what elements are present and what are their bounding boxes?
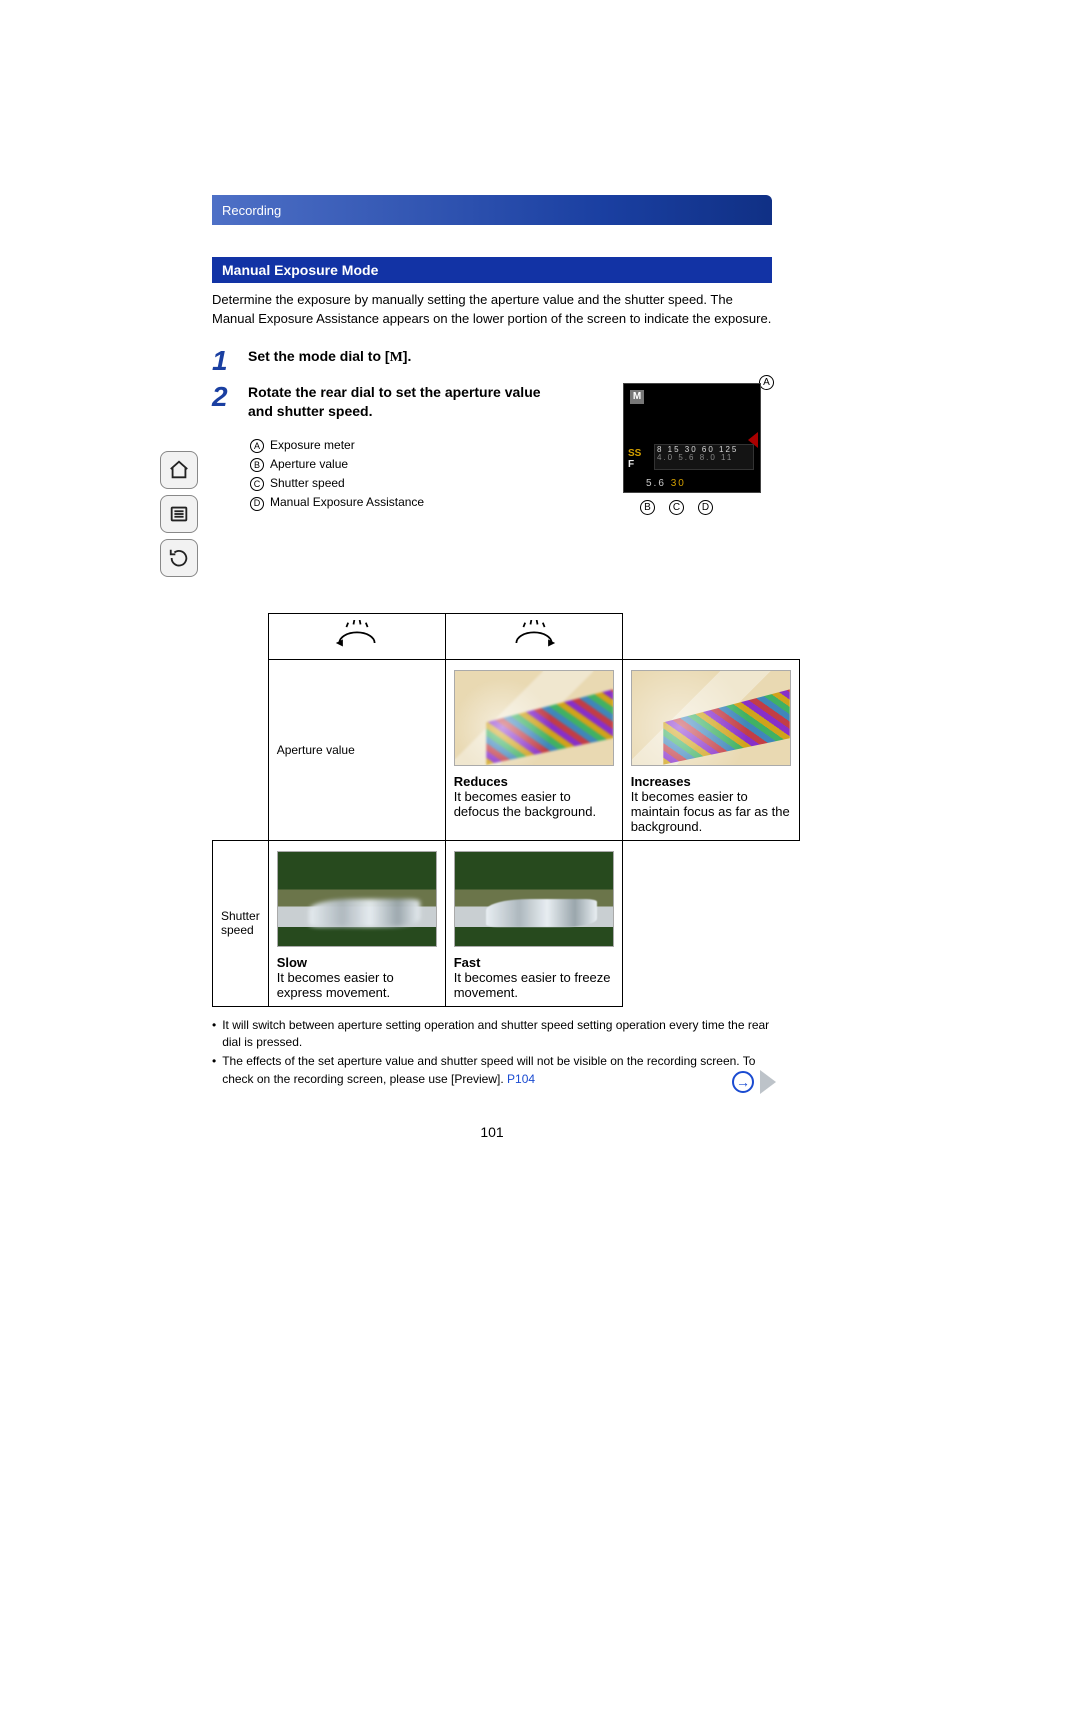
- step-1-text-pre: Set the mode dial to [: [248, 348, 390, 364]
- legend-marker-d: D: [250, 497, 264, 511]
- callout-a: A: [759, 375, 774, 390]
- dial-ccw-icon: [330, 620, 384, 653]
- cell-title: Reduces: [454, 774, 614, 789]
- thumb-stream-slow: [277, 851, 437, 947]
- cell-title: Increases: [631, 774, 791, 789]
- cell-shutter-fast: Fast It becomes easier to freeze movemen…: [445, 840, 622, 1006]
- dial-cw-cell: [445, 613, 622, 659]
- steps: 1 Set the mode dial to [M]. 2 Rotate the…: [212, 347, 772, 513]
- continue-indicator[interactable]: →: [732, 1070, 776, 1094]
- cell-aperture-increases: Increases It becomes easier to maintain …: [622, 659, 799, 840]
- lcd-figure: A M SS F 8 15 30 60 125 4.0 5.6 8.0 11: [612, 383, 772, 493]
- cell-shutter-slow: Slow It becomes easier to express moveme…: [268, 840, 445, 1006]
- cell-title: Fast: [454, 955, 614, 970]
- dial-ccw-cell: [268, 613, 445, 659]
- row-label-aperture: Aperture value: [268, 659, 445, 840]
- content: Recording Manual Exposure Mode Determine…: [212, 195, 772, 1140]
- row-label-shutter: Shutter speed: [213, 840, 269, 1006]
- cell-title: Slow: [277, 955, 437, 970]
- legend-marker-a: A: [250, 439, 264, 453]
- callout-d: D: [698, 500, 713, 515]
- lcd-footer: 5.6 30: [646, 478, 686, 489]
- step-1: 1 Set the mode dial to [M].: [212, 347, 772, 375]
- legend-d: Manual Exposure Assistance: [270, 495, 424, 509]
- callout-c: C: [669, 500, 684, 515]
- cell-desc: It becomes easier to freeze movement.: [454, 970, 614, 1000]
- chevron-right-icon: [760, 1070, 776, 1094]
- step-2-text: Rotate the rear dial to set the aperture…: [248, 383, 548, 422]
- lcd-mode-box: M: [630, 390, 644, 404]
- bullet-dot: •: [212, 1053, 216, 1088]
- legend-marker-c: C: [250, 477, 264, 491]
- breadcrumb-bar: Recording: [212, 195, 772, 225]
- note-1: It will switch between aperture setting …: [222, 1017, 772, 1052]
- page-ref-link[interactable]: P104: [507, 1072, 535, 1086]
- mode-letter: M: [390, 350, 403, 365]
- thumb-stream-fast: [454, 851, 614, 947]
- lcd-aperture-value: 5.6: [646, 478, 666, 489]
- cell-desc: It becomes easier to express movement.: [277, 970, 437, 1000]
- legend-a: Exposure meter: [270, 438, 355, 452]
- legend-b: Aperture value: [270, 457, 348, 471]
- next-page-icon: →: [732, 1071, 754, 1093]
- page-number: 101: [212, 1124, 772, 1140]
- bullet-dot: •: [212, 1017, 216, 1052]
- effects-table: Aperture value Reduces It becomes easier…: [212, 613, 800, 1007]
- thumb-pencils-deep: [631, 670, 791, 766]
- table-row: [213, 613, 800, 659]
- lcd-left-labels: SS F: [628, 448, 641, 470]
- lcd-shutter-value: 30: [671, 478, 686, 489]
- step-number: 1: [212, 347, 234, 375]
- table-row: Shutter speed Slow It becomes easier to …: [213, 840, 800, 1006]
- dial-cw-icon: [507, 620, 561, 653]
- cell-desc: It becomes easier to maintain focus as f…: [631, 789, 791, 834]
- legend-marker-b: B: [250, 458, 264, 472]
- callout-row: B C D: [640, 500, 713, 515]
- legend: A Exposure meter B Aperture value C Shutter…: [250, 436, 548, 513]
- note-2: The effects of the set aperture value an…: [222, 1054, 755, 1085]
- section-title: Manual Exposure Mode: [212, 257, 772, 283]
- breadcrumb: Recording: [222, 203, 281, 218]
- lcd-f-label: F: [628, 459, 641, 470]
- scale-bottom: 4.0 5.6 8.0 11: [657, 454, 751, 463]
- callout-b: B: [640, 500, 655, 515]
- table-row: Aperture value Reduces It becomes easier…: [213, 659, 800, 840]
- exposure-meter: 8 15 30 60 125 4.0 5.6 8.0 11: [654, 444, 754, 470]
- thumb-pencils-shallow: [454, 670, 614, 766]
- notes: •It will switch between aperture setting…: [212, 1017, 772, 1089]
- lcd-screen: M SS F 8 15 30 60 125 4.0 5.6 8.0 11 5.6…: [623, 383, 761, 493]
- legend-c: Shutter speed: [270, 476, 345, 490]
- lcd-ss-label: SS: [628, 448, 641, 459]
- page: Recording Manual Exposure Mode Determine…: [160, 195, 940, 1140]
- intro-text: Determine the exposure by manually setti…: [212, 291, 772, 329]
- cell-aperture-reduces: Reduces It becomes easier to defocus the…: [445, 659, 622, 840]
- step-number: 2: [212, 383, 234, 513]
- step-1-text-post: ].: [403, 348, 412, 364]
- cell-desc: It becomes easier to defocus the backgro…: [454, 789, 614, 819]
